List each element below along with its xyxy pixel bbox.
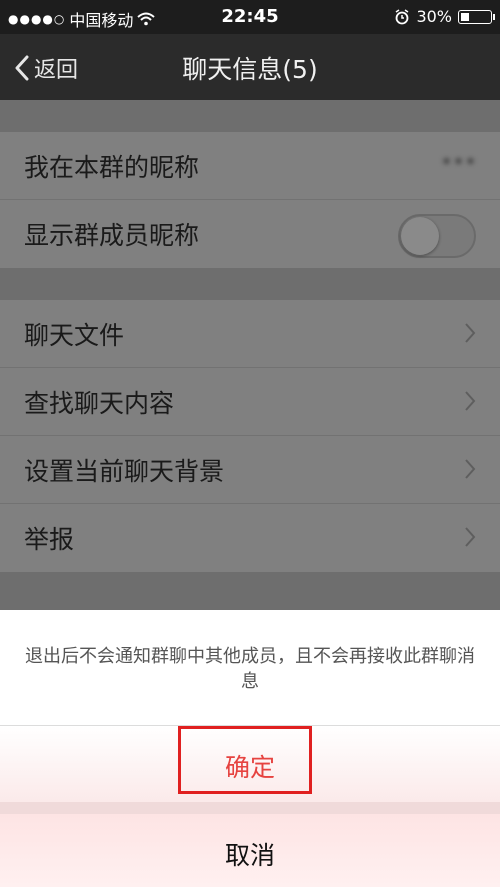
divider bbox=[0, 802, 500, 814]
nickname-settings-group: 我在本群的昵称 *** 显示群成员昵称 bbox=[0, 132, 500, 268]
toggle-knob bbox=[401, 217, 439, 255]
report-label: 举报 bbox=[24, 525, 75, 554]
chevron-right-icon bbox=[465, 527, 476, 547]
set-chat-background-label: 设置当前聊天背景 bbox=[24, 456, 225, 486]
show-member-nicknames-toggle[interactable] bbox=[398, 214, 476, 258]
section-spacer bbox=[0, 268, 500, 300]
confirm-label: 确定 bbox=[224, 753, 275, 782]
confirm-button[interactable]: 确定 bbox=[0, 726, 500, 802]
chat-files-row[interactable]: 聊天文件 bbox=[0, 300, 500, 368]
chevron-right-icon bbox=[465, 323, 476, 343]
chevron-right-icon bbox=[465, 391, 476, 411]
action-sheet-message: 退出后不会通知群聊中其他成员，且不会再接收此群聊消息 bbox=[25, 646, 475, 692]
my-group-nickname-label: 我在本群的昵称 bbox=[24, 152, 200, 182]
battery-percent: 30% bbox=[416, 7, 452, 26]
search-chat-content-row[interactable]: 查找聊天内容 bbox=[0, 368, 500, 436]
my-group-nickname-row[interactable]: 我在本群的昵称 *** bbox=[0, 132, 500, 200]
set-chat-background-row[interactable]: 设置当前聊天背景 bbox=[0, 436, 500, 504]
chat-files-label: 聊天文件 bbox=[24, 320, 125, 350]
my-group-nickname-value: *** bbox=[442, 154, 478, 175]
alarm-clock-icon bbox=[396, 8, 409, 24]
section-spacer bbox=[0, 100, 500, 132]
action-sheet: 退出后不会通知群聊中其他成员，且不会再接收此群聊消息 确定 取消 bbox=[0, 610, 500, 887]
status-right: 30% bbox=[394, 7, 495, 26]
show-member-nicknames-label: 显示群成员昵称 bbox=[24, 221, 200, 250]
chevron-right-icon bbox=[465, 459, 476, 479]
battery-icon bbox=[458, 9, 495, 24]
cancel-button[interactable]: 取消 bbox=[0, 814, 500, 887]
navigation-bar: 返回 聊天信息(5) bbox=[0, 34, 500, 100]
show-member-nicknames-row: 显示群成员昵称 bbox=[0, 200, 500, 268]
chat-options-group: 聊天文件 查找聊天内容 设置当前聊天背景 举报 bbox=[0, 300, 500, 572]
page-title: 聊天信息(5) bbox=[182, 55, 318, 84]
search-chat-content-label: 查找聊天内容 bbox=[24, 388, 175, 418]
report-row[interactable]: 举报 bbox=[0, 504, 500, 572]
cancel-label: 取消 bbox=[224, 841, 275, 870]
status-bar: ●●●●○ 中国移动 22:45 30% bbox=[0, 0, 500, 34]
section-spacer bbox=[0, 572, 500, 610]
